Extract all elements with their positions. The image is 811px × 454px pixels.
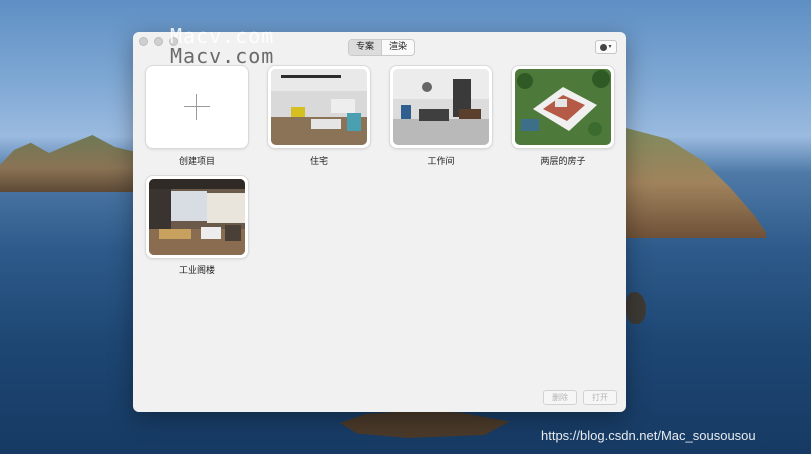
- wallpaper-island-right: [626, 128, 766, 238]
- create-project-label: 创建项目: [178, 157, 215, 167]
- plus-icon: [184, 94, 210, 120]
- project-tile-two-storey-house[interactable]: [512, 66, 614, 148]
- project-label-residence: 住宅: [309, 157, 328, 167]
- open-button[interactable]: 打开: [583, 390, 617, 405]
- desktop-wallpaper: 专案 渲染 ▾ 创建项目 住宅 工作间 两层的房子 工业阁楼 删除 打开 Mac…: [0, 0, 811, 454]
- project-tile-industrial-loft[interactable]: [146, 176, 248, 258]
- wallpaper-rock: [626, 292, 646, 324]
- tab-render[interactable]: 渲染: [381, 40, 414, 55]
- wallpaper-island-bottom: [340, 411, 510, 438]
- account-menu-button[interactable]: ▾: [595, 40, 617, 54]
- workshop-thumbnail: [393, 69, 489, 145]
- project-browser-window: 专案 渲染 ▾ 创建项目 住宅 工作间 两层的房子 工业阁楼 删除 打开: [133, 32, 626, 412]
- project-tile-residence[interactable]: [268, 66, 370, 148]
- watermark-top-dark: Macv.com: [170, 44, 275, 68]
- delete-button[interactable]: 删除: [543, 390, 577, 405]
- minimize-window-button[interactable]: [154, 37, 163, 46]
- user-icon: [600, 43, 608, 51]
- wallpaper-island-left: [0, 135, 140, 192]
- project-label-industrial-loft: 工业阁楼: [178, 266, 215, 276]
- mode-segmented-control: 专案 渲染: [348, 39, 416, 56]
- project-label-two-storey-house: 两层的房子: [540, 157, 586, 167]
- project-tile-workshop[interactable]: [390, 66, 492, 148]
- tab-projects[interactable]: 专案: [349, 40, 382, 55]
- chevron-down-icon: ▾: [608, 43, 612, 50]
- residence-thumbnail: [271, 69, 367, 145]
- project-label-workshop: 工作间: [427, 157, 455, 167]
- watermark-url: https://blog.csdn.net/Mac_sousousou: [541, 428, 756, 443]
- industrial-loft-thumbnail: [149, 179, 245, 255]
- close-window-button[interactable]: [139, 37, 148, 46]
- create-project-tile[interactable]: [146, 66, 248, 148]
- two-storey-house-thumbnail: [515, 69, 611, 145]
